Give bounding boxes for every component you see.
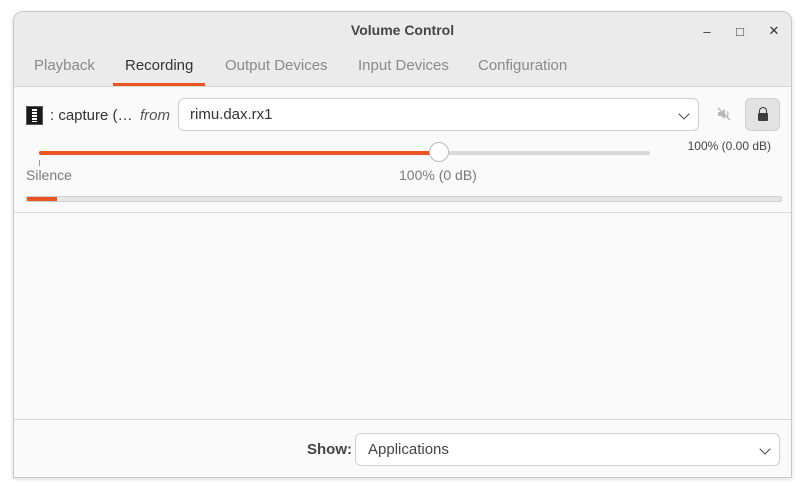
titlebar: Volume Control – □ ✕ (14, 12, 791, 49)
from-label: from (140, 107, 170, 124)
device-value: rimu.dax.rx1 (190, 106, 273, 123)
tab-recording[interactable]: Recording (113, 49, 206, 86)
footer: Show: Applications (14, 419, 791, 477)
tab-configuration[interactable]: Configuration (478, 49, 567, 86)
app-icon (26, 106, 43, 125)
lock-channels-button[interactable] (745, 98, 780, 131)
volume-slider-fill (39, 151, 440, 155)
silence-tick (39, 160, 40, 166)
volume-slider-knob[interactable] (429, 142, 450, 162)
tab-input-devices[interactable]: Input Devices (358, 49, 449, 86)
stream-row: : capture (… from rimu.dax.rx1 100% (0.0… (14, 87, 791, 213)
window-title: Volume Control (350, 22, 455, 38)
stream-name: : capture (… (50, 107, 133, 124)
show-value: Applications (368, 441, 449, 458)
level-meter (26, 196, 782, 202)
volume-slider[interactable] (39, 142, 650, 162)
chevron-down-icon (759, 443, 771, 455)
silence-label: Silence (26, 167, 72, 183)
volume-value: 100% (0.00 dB) (687, 139, 771, 153)
maximize-button[interactable]: □ (731, 22, 749, 40)
tab-bar: Playback Recording Output Devices Input … (14, 49, 791, 87)
volume-control-window: Volume Control – □ ✕ Playback Recording … (13, 11, 792, 478)
chevron-down-icon (678, 108, 690, 120)
device-select[interactable]: rimu.dax.rx1 (178, 98, 699, 131)
level-meter-fill (27, 197, 58, 201)
minimize-button[interactable]: – (698, 22, 716, 40)
speaker-muted-icon (717, 107, 731, 121)
tab-output-devices[interactable]: Output Devices (225, 49, 328, 86)
show-select[interactable]: Applications (355, 433, 780, 466)
close-button[interactable]: ✕ (765, 22, 783, 40)
tab-playback[interactable]: Playback (34, 49, 95, 86)
show-label: Show: (307, 441, 352, 458)
mute-button[interactable] (714, 104, 734, 124)
hundred-percent-label: 100% (0 dB) (399, 167, 477, 183)
